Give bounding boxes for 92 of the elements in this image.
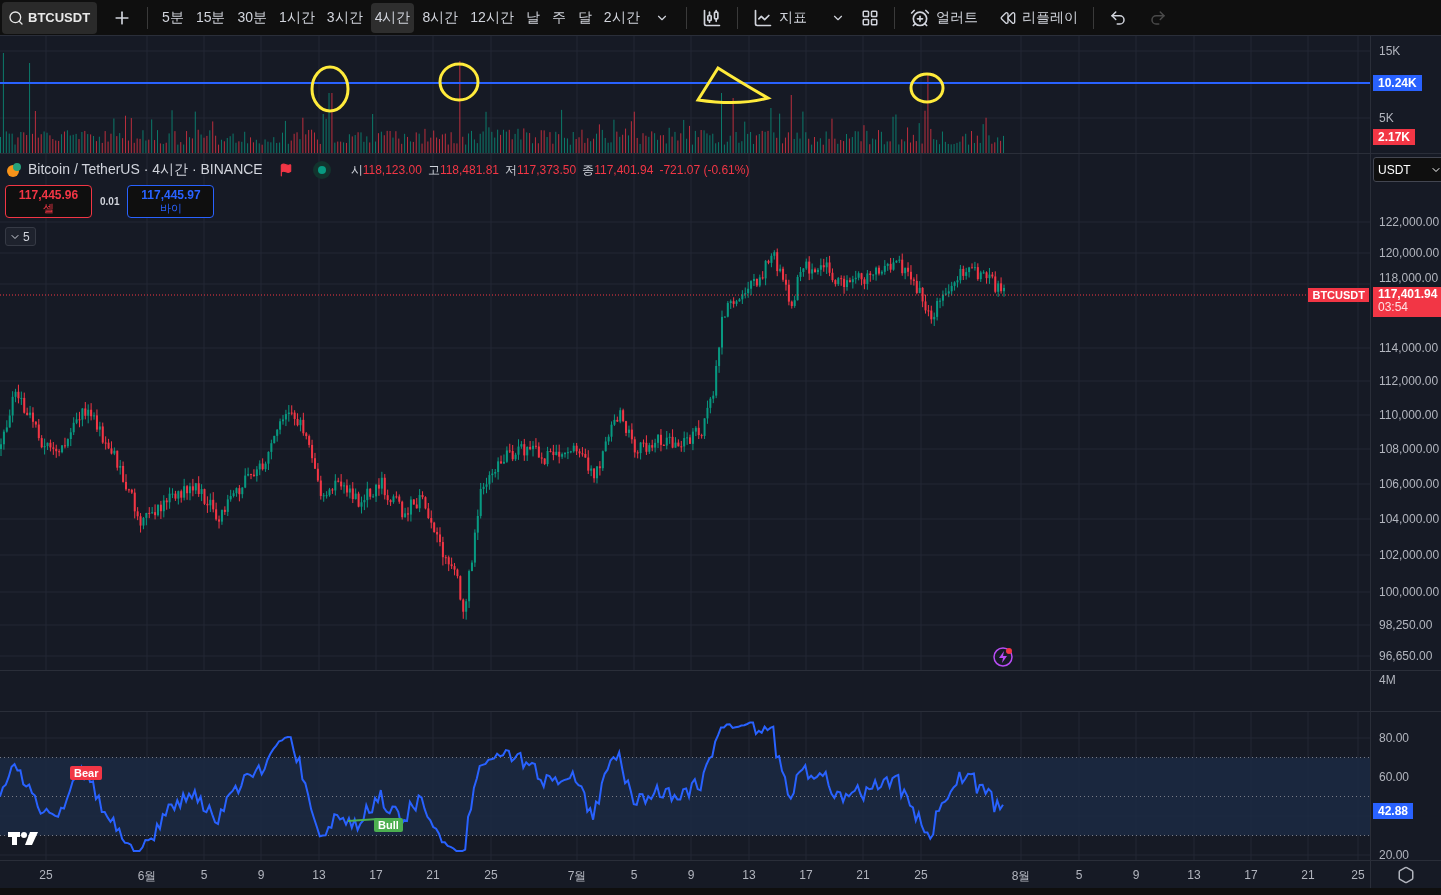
last-price-label: 117,401.94 03:54 [1373, 287, 1441, 317]
time-axis-label: 13 [1187, 868, 1201, 882]
sell-button[interactable]: 117,445.96 셀 [5, 185, 92, 218]
price-axis-label: 120,000.00 [1379, 246, 1440, 260]
hand-drawn-circle [310, 65, 350, 113]
time-axis-label: 25 [914, 868, 928, 882]
time-axis-label: 7월 [567, 868, 587, 885]
buy-button[interactable]: 117,445.97 바이 [127, 185, 215, 218]
currency-dropdown[interactable]: USDT [1373, 157, 1441, 182]
time-axis-label: 8월 [1011, 868, 1031, 885]
rewind-icon [999, 9, 1016, 26]
interval-tab[interactable]: 2시간 [599, 2, 644, 33]
price-axis-label: 100,000.00 [1379, 585, 1440, 599]
hand-drawn-circle [438, 62, 480, 102]
price-axis-label: 122,000.00 [1379, 215, 1440, 229]
ohlc-value: 종117,401.94 [582, 161, 654, 179]
volume-label: 2.17K [1373, 129, 1416, 145]
spread-value: 0.01 [100, 196, 120, 207]
lightning-icon[interactable] [993, 647, 1013, 667]
indicators-button[interactable]: 지표 [747, 2, 812, 33]
interval-tab[interactable]: 30분 [233, 2, 272, 33]
price-axis-label: 106,000.00 [1379, 477, 1440, 491]
price-axis-label: 110,000.00 [1379, 408, 1439, 422]
interval-tab[interactable]: 주 [547, 2, 570, 33]
interval-tab[interactable]: 3시간 [322, 2, 367, 33]
time-axis-label: 17 [1244, 868, 1258, 882]
price-axis-label: 112,000.00 [1379, 374, 1439, 388]
interval-tab[interactable]: 4시간 [370, 2, 415, 33]
redo-icon [1148, 8, 1167, 27]
interval-tab[interactable]: 달 [573, 2, 596, 33]
axis-label: 15K [1379, 44, 1401, 58]
logo-icon [8, 832, 38, 845]
search-icon [8, 9, 24, 26]
time-axis-label: 17 [369, 868, 383, 882]
market-status-icon [312, 161, 331, 179]
line-price-label: 10.24K [1373, 75, 1422, 91]
undo-icon [1108, 8, 1127, 27]
time-axis-label: 9 [687, 868, 695, 882]
bull-label: Bull [374, 818, 403, 832]
bitcoin-icon [6, 162, 22, 178]
bear-label: Bear [70, 766, 103, 780]
symbol-label: BTCUSDT [1308, 288, 1369, 302]
interval-tab[interactable]: 날 [521, 2, 544, 33]
chart-icon [752, 7, 773, 28]
alert-button[interactable]: 얼러트 [904, 2, 983, 33]
time-axis-label: 21 [426, 868, 440, 882]
rsi-axis-label: 60.00 [1379, 770, 1410, 784]
alarm-clock-icon [909, 7, 930, 28]
time-axis-label: 9 [1132, 868, 1140, 882]
candlestick-icon [701, 7, 722, 28]
price-axis-label: 114,000.00 [1379, 341, 1439, 355]
time-axis-label: 5 [630, 868, 638, 882]
time-axis-label: 13 [312, 868, 326, 882]
time-axis-label: 17 [799, 868, 813, 882]
symbol-search-button[interactable]: BTCUSDT [2, 1, 98, 34]
interval-tab[interactable]: 1시간 [275, 2, 319, 33]
time-axis-label: 21 [1301, 868, 1315, 882]
flag-icon[interactable] [278, 163, 293, 177]
symbol-title: Bitcoin / TetherUS · 4시간 · BINANCE [28, 161, 263, 179]
price-axis-label: 96,650.00 [1379, 649, 1433, 663]
hand-drawn-circle [909, 72, 945, 104]
time-axis-label: 25 [484, 868, 498, 882]
rsi-value-label: 42.88 [1373, 803, 1414, 820]
settings-icon[interactable] [1397, 865, 1415, 884]
ohlc-value: 저 117,373.50 [505, 161, 577, 179]
axis-label: 5K [1379, 111, 1394, 125]
replay-button[interactable]: 리플레이 [994, 2, 1083, 33]
ohlc-value: 고118,481.81 [427, 161, 500, 179]
time-axis-label: 21 [856, 868, 870, 882]
time-axis-label: 5 [200, 868, 208, 882]
collapse-button[interactable]: 5 [5, 227, 36, 246]
time-axis-label: 6월 [137, 868, 157, 885]
interval-tab[interactable]: 12시간 [466, 2, 518, 33]
time-axis-label: 25 [1351, 868, 1365, 882]
price-axis-label: 118,000.00 [1379, 271, 1439, 285]
time-axis-label: 25 [39, 868, 53, 882]
price-axis-label: 108,000.00 [1379, 442, 1440, 456]
interval-tab[interactable]: 15분 [191, 2, 230, 33]
price-axis-label: 104,000.00 [1379, 512, 1440, 526]
price-change: -721.07 (-0.61%) [659, 163, 750, 177]
rsi-axis-label: 20.00 [1379, 848, 1410, 862]
time-axis-label: 5 [1075, 868, 1083, 882]
interval-tab[interactable]: 5분 [158, 2, 188, 33]
ohlc-value: 시118,123.00 [350, 161, 422, 179]
time-axis-label: 13 [742, 868, 756, 882]
price-axis-label: 102,000.00 [1379, 548, 1440, 562]
grid-icon [860, 8, 879, 27]
time-axis-label: 9 [257, 868, 265, 882]
axis-label: 4M [1379, 673, 1396, 687]
price-axis-label: 98,250.00 [1379, 618, 1433, 632]
rsi-axis-label: 80.00 [1379, 731, 1410, 745]
interval-tab[interactable]: 8시간 [418, 2, 463, 33]
